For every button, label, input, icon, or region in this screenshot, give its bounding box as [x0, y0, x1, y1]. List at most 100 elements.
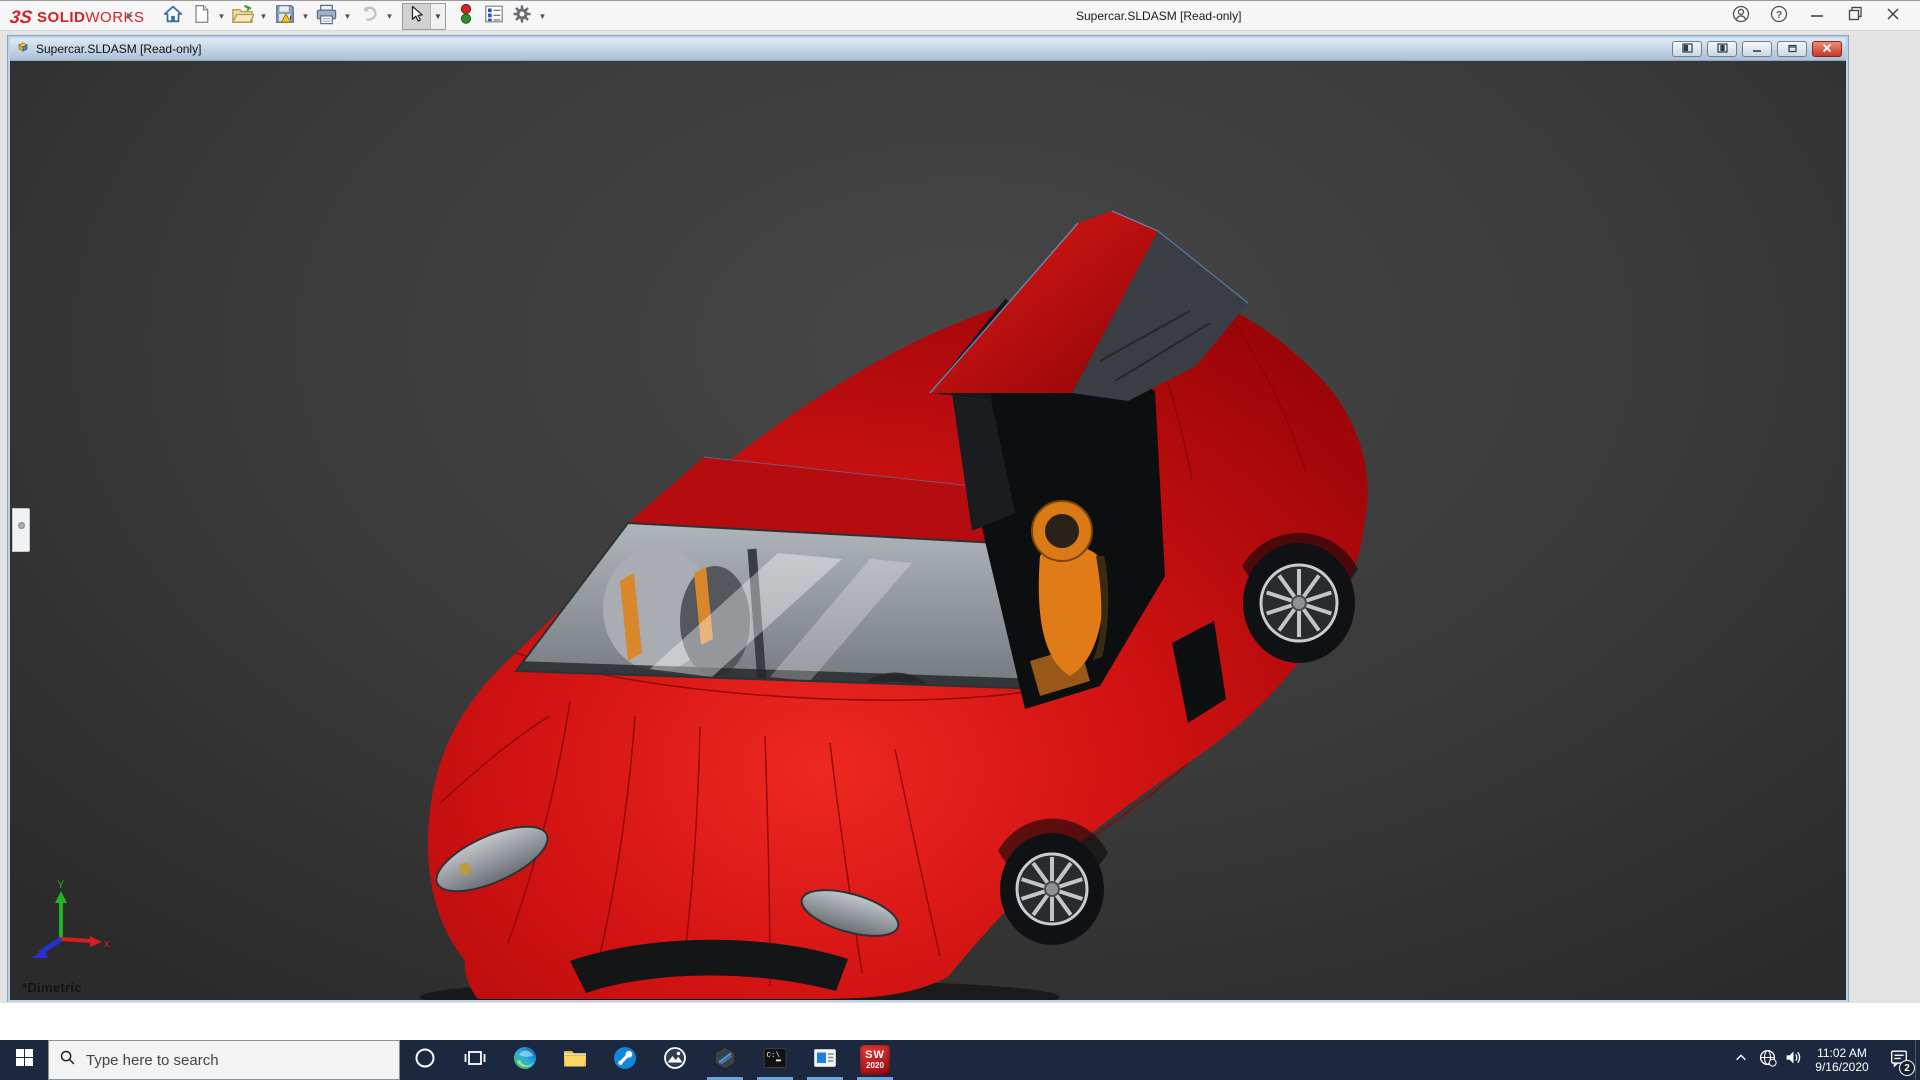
- select-cursor-button[interactable]: [403, 4, 431, 29]
- minimize-button[interactable]: [1798, 1, 1836, 31]
- wrench-circle-icon: [612, 1045, 638, 1076]
- new-document-button[interactable]: [188, 4, 213, 29]
- pane-toggle-left-icon: [1681, 40, 1694, 58]
- cursor-arrow-icon: [408, 5, 426, 28]
- home-button[interactable]: [160, 4, 185, 29]
- document-minimize-button[interactable]: [1742, 41, 1772, 57]
- document-close-button[interactable]: [1812, 41, 1842, 57]
- taskbar-icons: C:\ SW 2020: [400, 1040, 900, 1080]
- tray-chevron-button[interactable]: [1728, 1040, 1754, 1080]
- options-list-button[interactable]: [481, 4, 506, 29]
- assembly-icon: [15, 39, 31, 60]
- pane-toggle-right-icon: [1716, 40, 1729, 58]
- save-icon: [274, 3, 296, 30]
- app-title: Supercar.SLDASM [Read-only]: [1076, 9, 1241, 23]
- traffic-light-icon: [456, 2, 476, 31]
- help-icon: ?: [1769, 4, 1789, 29]
- document-titlebar[interactable]: Supercar.SLDASM [Read-only]: [10, 38, 1846, 61]
- help-button[interactable]: ?: [1760, 1, 1798, 31]
- show-desktop-button[interactable]: [1915, 1040, 1920, 1080]
- windows-logo-icon: [16, 1049, 33, 1071]
- featuremanager-collapsed-tab[interactable]: [12, 508, 30, 552]
- volume-button[interactable]: [1780, 1040, 1806, 1080]
- save-button[interactable]: [272, 4, 297, 29]
- document-title: Supercar.SLDASM [Read-only]: [36, 42, 201, 56]
- cortana-icon: [413, 1046, 437, 1075]
- document-restore-icon: [1787, 40, 1798, 58]
- view-orientation-label: *Dimetric: [22, 980, 82, 995]
- select-cursor-dropdown[interactable]: ▼: [431, 4, 445, 29]
- hexagon-app-icon: [712, 1045, 738, 1076]
- account-icon: [1731, 4, 1751, 29]
- settings-dropdown[interactable]: ▼: [537, 4, 548, 29]
- clock-time: 11:02 AM: [1808, 1046, 1876, 1060]
- new-document-dropdown[interactable]: ▼: [216, 4, 227, 29]
- pane-toggle-left-button[interactable]: [1672, 41, 1702, 57]
- solidworks-2020-icon: SW 2020: [860, 1045, 890, 1075]
- account-button[interactable]: [1722, 1, 1760, 31]
- restore-button[interactable]: [1836, 1, 1874, 31]
- gear-icon: [511, 3, 533, 30]
- command-prompt-icon: C:\: [762, 1045, 788, 1076]
- search-input[interactable]: [86, 1052, 366, 1069]
- solidworks-2020-button[interactable]: SW 2020: [850, 1040, 900, 1080]
- document-minimize-icon: [1752, 40, 1762, 58]
- file-explorer-button[interactable]: [550, 1040, 600, 1080]
- triad-x-label: x: [104, 938, 110, 950]
- taskbar-search[interactable]: [48, 1040, 400, 1080]
- document-window: Supercar.SLDASM [Read-only]: [8, 36, 1848, 1002]
- support-tool-button[interactable]: [600, 1040, 650, 1080]
- task-view-icon: [463, 1046, 487, 1075]
- clock-date: 9/16/2020: [1808, 1060, 1876, 1074]
- supercar-model: [10, 61, 1846, 1000]
- cortana-button[interactable]: [400, 1040, 450, 1080]
- notification-badge: 2: [1899, 1060, 1915, 1076]
- home-icon: [162, 3, 184, 30]
- photos-button[interactable]: [650, 1040, 700, 1080]
- save-dropdown[interactable]: ▼: [300, 4, 311, 29]
- titlebar-right-controls: ?: [1722, 1, 1912, 31]
- screen: 3S SOLID WORKS ▸ ▼ ▼: [0, 0, 1920, 1080]
- menu-flyout-arrow[interactable]: ▸: [127, 8, 133, 22]
- quick-access-toolbar: ▼ ▼ ▼ ▼: [160, 3, 548, 30]
- edge-button[interactable]: [500, 1040, 550, 1080]
- solidworks-logo: 3S SOLID WORKS: [10, 7, 145, 28]
- action-center-button[interactable]: 2: [1878, 1040, 1920, 1080]
- settings-button[interactable]: [509, 4, 534, 29]
- edge-icon: [512, 1045, 538, 1076]
- file-explorer-icon: [562, 1045, 588, 1076]
- undo-button[interactable]: [356, 4, 381, 29]
- minimize-icon: [1810, 7, 1824, 26]
- open-folder-icon: [231, 3, 254, 31]
- chevron-up-icon: [1734, 1051, 1748, 1070]
- app-window-button[interactable]: [800, 1040, 850, 1080]
- speaker-icon: [1784, 1048, 1803, 1072]
- search-icon: [59, 1049, 76, 1071]
- command-prompt-button[interactable]: C:\: [750, 1040, 800, 1080]
- app-window-icon: [812, 1045, 838, 1076]
- select-tool-group: ▼: [402, 3, 446, 30]
- restore-icon: [1848, 6, 1863, 26]
- open-button[interactable]: [230, 4, 255, 29]
- svg-text:?: ?: [1776, 9, 1782, 20]
- close-icon: [1886, 7, 1900, 26]
- hexagon-app-button[interactable]: [700, 1040, 750, 1080]
- document-close-icon: [1822, 40, 1832, 58]
- task-view-button[interactable]: [450, 1040, 500, 1080]
- close-button[interactable]: [1874, 1, 1912, 31]
- open-dropdown[interactable]: ▼: [258, 4, 269, 29]
- start-button[interactable]: [0, 1040, 48, 1080]
- print-button[interactable]: [314, 4, 339, 29]
- network-button[interactable]: [1754, 1040, 1780, 1080]
- pane-toggle-right-button[interactable]: [1707, 41, 1737, 57]
- document-window-controls: [1672, 41, 1842, 57]
- document-restore-button[interactable]: [1777, 41, 1807, 57]
- photos-icon: [662, 1045, 688, 1076]
- graphics-viewport[interactable]: Y x *Dimetric: [10, 61, 1846, 1000]
- rebuild-button[interactable]: [453, 4, 478, 29]
- undo-dropdown[interactable]: ▼: [384, 4, 395, 29]
- print-dropdown[interactable]: ▼: [342, 4, 353, 29]
- taskbar-clock[interactable]: 11:02 AM 9/16/2020: [1806, 1046, 1878, 1074]
- undo-icon: [358, 3, 380, 30]
- app-titlebar: 3S SOLID WORKS ▸ ▼ ▼: [0, 0, 1920, 31]
